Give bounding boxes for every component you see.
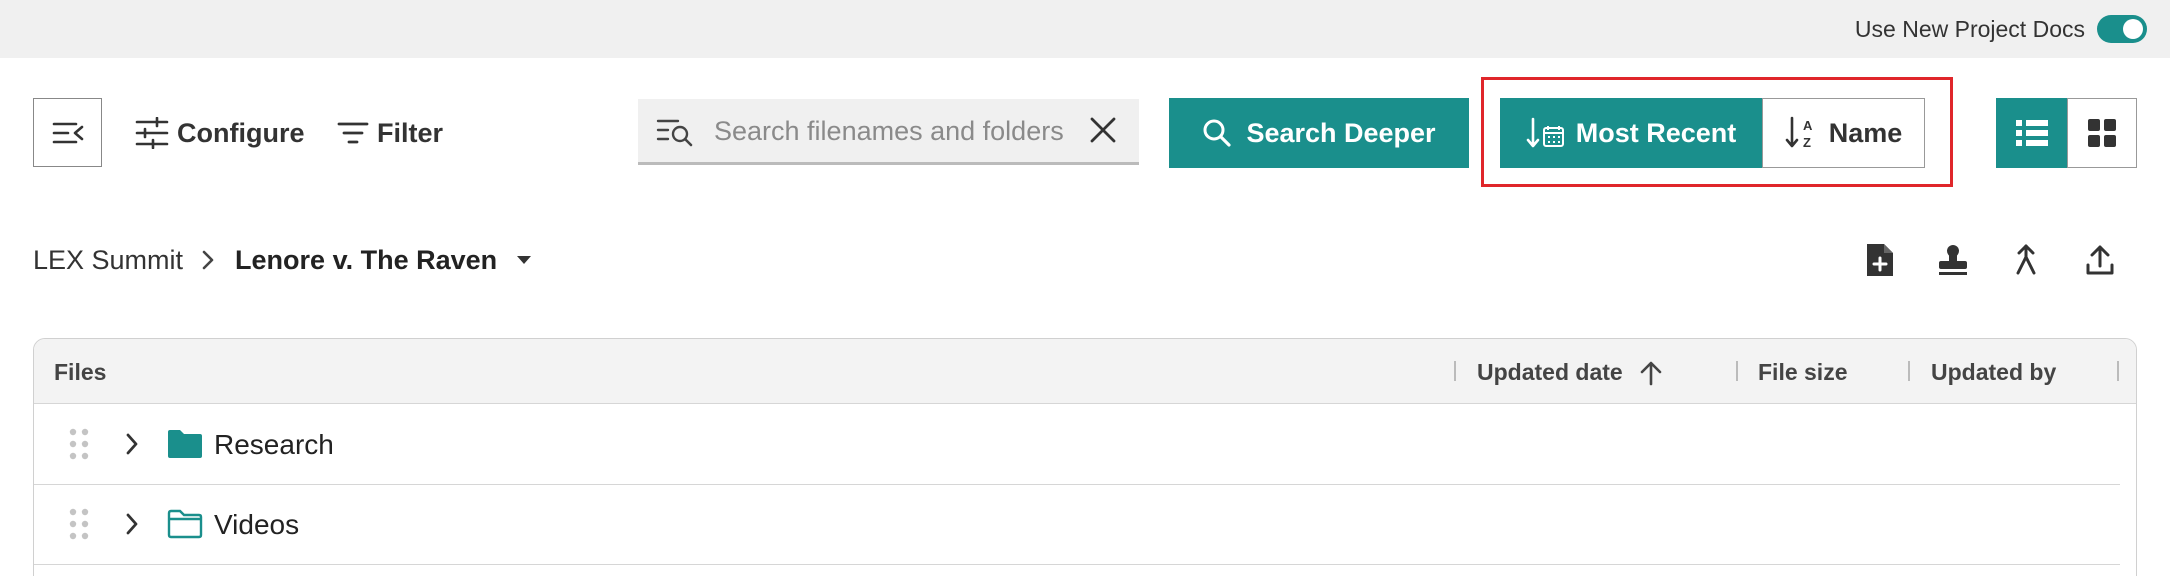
list-view-button[interactable]	[1996, 98, 2067, 168]
new-project-docs-label: Use New Project Docs	[1854, 16, 2085, 42]
toggle-knob	[2123, 19, 2143, 39]
top-bar: Use New Project Docs	[0, 0, 2170, 58]
breadcrumb-parent[interactable]: LEX Summit	[33, 245, 183, 276]
search-icon	[1203, 119, 1232, 147]
row-name[interactable]: Research	[214, 429, 334, 461]
new-project-docs-toggle[interactable]	[2097, 15, 2147, 43]
sort-most-recent-label: Most Recent	[1575, 117, 1737, 148]
files-table: Files Updated date File size Updated by …	[33, 338, 2137, 576]
merge-icon	[2016, 244, 2036, 275]
sort-by-date-icon	[1526, 117, 1564, 148]
table-row[interactable]: Videos	[34, 485, 2120, 565]
column-updated-by[interactable]: Updated by	[1931, 359, 2056, 386]
svg-text:Z: Z	[1803, 135, 1811, 150]
stamp-button[interactable]	[1933, 240, 1973, 280]
list-view-icon	[2015, 120, 2048, 146]
table-header: Files Updated date File size Updated by	[34, 339, 2136, 404]
caret-down-icon[interactable]	[515, 254, 533, 266]
sidebar-collapse-button[interactable]	[33, 98, 102, 167]
upload-button[interactable]	[2080, 240, 2120, 280]
table-row[interactable]: Research	[34, 405, 2120, 485]
grid-view-icon	[2088, 119, 2116, 147]
filter-label: Filter	[377, 117, 444, 148]
column-divider[interactable]	[1736, 361, 1738, 381]
column-file-size[interactable]: File size	[1758, 359, 1847, 386]
filter-button[interactable]: Filter	[337, 112, 443, 154]
sort-name-label: Name	[1828, 117, 1903, 148]
folder-outline-icon	[167, 509, 203, 539]
column-divider[interactable]	[1908, 361, 1910, 381]
merge-button[interactable]	[2006, 240, 2046, 280]
svg-text:A: A	[1803, 118, 1813, 133]
drag-handle-icon[interactable]	[68, 427, 90, 461]
stamp-icon	[1939, 245, 1967, 275]
filter-icon	[337, 122, 369, 144]
column-updated-date-label: Updated date	[1477, 359, 1623, 385]
sidebar-collapse-icon	[52, 122, 83, 143]
sort-most-recent-button[interactable]: Most Recent	[1500, 98, 1762, 168]
breadcrumb-current: Lenore v. The Raven	[235, 244, 498, 275]
grid-view-button[interactable]	[2067, 98, 2137, 168]
expand-chevron-icon[interactable]	[124, 512, 140, 536]
chevron-right-icon	[201, 249, 215, 271]
drag-handle-icon[interactable]	[68, 507, 90, 541]
search-deeper-label: Search Deeper	[1246, 117, 1436, 148]
configure-label: Configure	[177, 117, 305, 148]
column-divider[interactable]	[1454, 361, 1456, 381]
sort-alpha-icon: A Z	[1785, 116, 1813, 150]
add-file-icon	[1867, 244, 1893, 276]
upload-icon	[2086, 245, 2114, 275]
breadcrumb: LEX Summit Lenore v. The Raven	[33, 243, 533, 277]
sort-name-button[interactable]: A Z Name	[1762, 98, 1925, 168]
search-deeper-button[interactable]: Search Deeper	[1169, 98, 1469, 168]
search-input[interactable]	[714, 109, 1084, 153]
folder-filled-icon	[168, 430, 202, 458]
new-document-button[interactable]	[1860, 240, 1900, 280]
column-updated-date[interactable]: Updated date	[1477, 359, 1663, 386]
expand-chevron-icon[interactable]	[124, 432, 140, 456]
arrow-up-icon	[1640, 361, 1661, 385]
clear-search-icon[interactable]	[1088, 115, 1118, 145]
column-files[interactable]: Files	[54, 359, 106, 386]
configure-button[interactable]: Configure	[135, 112, 305, 154]
search-list-icon	[656, 119, 693, 147]
sliders-icon	[135, 117, 169, 149]
column-divider[interactable]	[2117, 361, 2119, 381]
row-name[interactable]: Videos	[214, 509, 299, 541]
search-field	[638, 99, 1139, 165]
